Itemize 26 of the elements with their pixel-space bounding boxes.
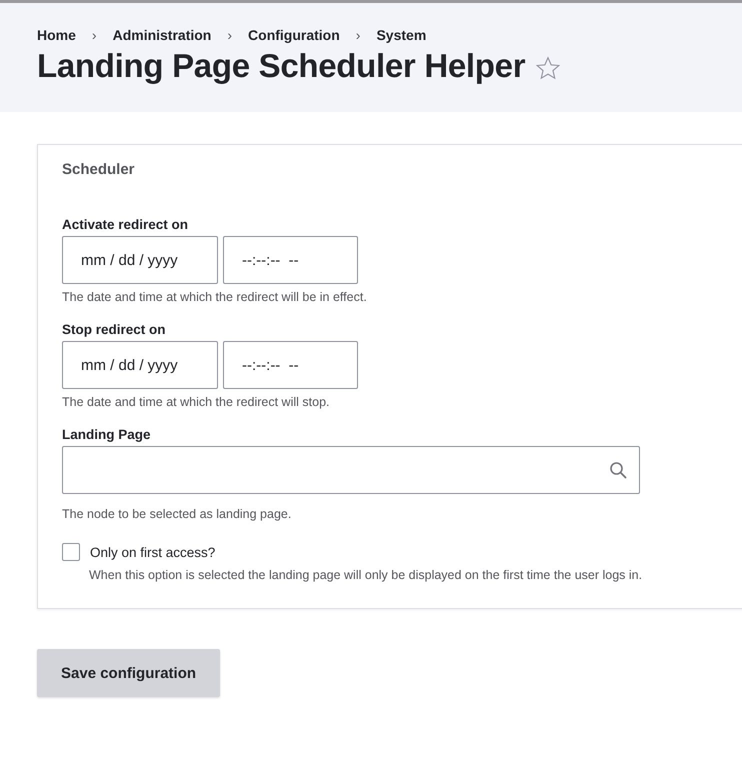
autocomplete-field[interactable] [62,446,640,494]
field-label: Landing Page [62,427,152,442]
field-label: Activate redirect on [62,217,190,232]
breadcrumb-link[interactable]: Configuration [248,27,340,43]
breadcrumb-separator: › [92,27,97,43]
time-field[interactable]: --:--:-- -- [223,236,358,284]
star-icon[interactable] [535,55,562,81]
breadcrumb-link[interactable]: Home [37,27,76,43]
breadcrumb-link[interactable]: Administration [112,27,212,43]
date-field[interactable]: mm / dd / yyyy [62,236,218,284]
page-title: Landing Page Scheduler Helper [37,47,526,85]
field-description: When this option is selected the landing page will only be displayed on the first time the user logs in. [89,568,644,582]
time-field[interactable]: --:--:-- -- [223,341,358,389]
field-description: The date and time at which the redirect will stop. [62,395,330,409]
fieldset-legend: Scheduler [62,161,742,178]
breadcrumb-link[interactable]: System [376,27,426,43]
search-icon [609,461,627,479]
breadcrumb-separator: › [356,27,360,43]
checkbox[interactable] [62,543,80,561]
field-description: The node to be selected as landing page. [62,507,292,521]
field-description: The date and time at which the redirect will be in effect. [62,290,368,304]
date-field[interactable]: mm / dd / yyyy [62,341,218,389]
breadcrumb-separator: › [227,27,232,43]
save-button[interactable]: Save configuration [37,649,220,697]
checkbox-label[interactable]: Only on first access? [90,544,216,560]
field-label: Stop redirect on [62,322,167,337]
